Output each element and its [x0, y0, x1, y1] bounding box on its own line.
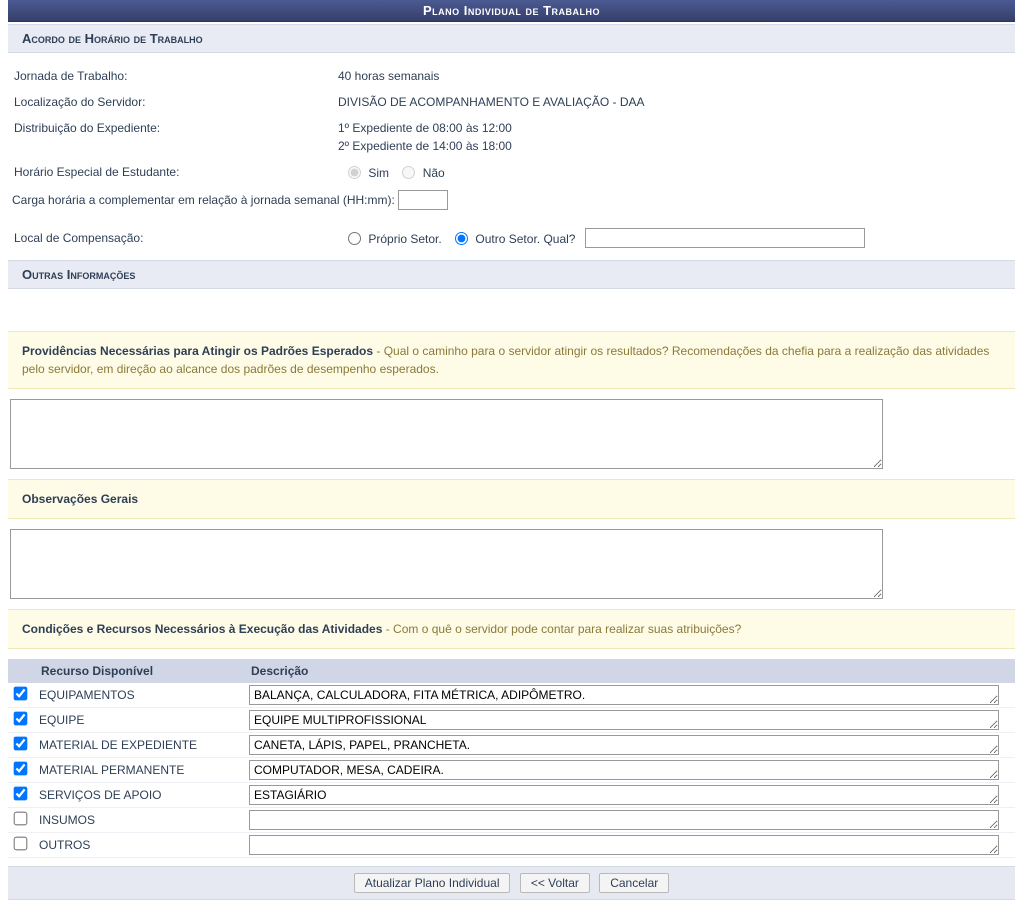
radio-proprio-label: Próprio Setor.	[368, 232, 441, 246]
resource-name: SERVIÇOS DE APOIO	[33, 782, 243, 807]
section-header-outras: Outras Informações	[8, 260, 1015, 289]
condicoes-title: Condições e Recursos Necessários à Execu…	[22, 622, 382, 636]
table-row: MATERIAL DE EXPEDIENTE	[8, 732, 1015, 757]
section-header-acordo: Acordo de Horário de Trabalho	[8, 24, 1015, 53]
table-row: SERVIÇOS DE APOIO	[8, 782, 1015, 807]
resource-checkbox[interactable]	[14, 837, 28, 851]
resource-desc-input[interactable]	[249, 685, 999, 705]
cancelar-button[interactable]: Cancelar	[599, 873, 669, 893]
condicoes-help: Condições e Recursos Necessários à Execu…	[8, 609, 1015, 649]
localizacao-value: DIVISÃO DE ACOMPANHAMENTO E AVALIAÇÃO - …	[338, 93, 1011, 111]
resource-name: MATERIAL DE EXPEDIENTE	[33, 732, 243, 757]
table-row: OUTROS	[8, 832, 1015, 857]
resource-desc-input[interactable]	[249, 835, 999, 855]
resource-checkbox[interactable]	[14, 737, 28, 751]
resource-table: Recurso Disponível Descrição EQUIPAMENTO…	[8, 659, 1015, 858]
table-row: INSUMOS	[8, 807, 1015, 832]
jornada-value: 40 horas semanais	[338, 67, 1011, 85]
resource-checkbox[interactable]	[14, 762, 28, 776]
condicoes-desc: - Com o quê o servidor pode contar para …	[382, 622, 741, 636]
resource-col-name: Recurso Disponível	[33, 659, 243, 683]
providencias-title: Providências Necessárias para Atingir os…	[22, 344, 373, 358]
horario-especial-label: Horário Especial de Estudante:	[12, 163, 338, 181]
resource-checkbox[interactable]	[14, 812, 28, 826]
resource-desc-input[interactable]	[249, 810, 999, 830]
radio-outro-label: Outro Setor. Qual?	[475, 232, 575, 246]
expediente-1: 1º Expediente de 08:00 às 12:00	[338, 119, 1011, 137]
observacoes-help: Observações Gerais	[8, 479, 1015, 519]
expediente-2: 2º Expediente de 14:00 às 18:00	[338, 137, 1011, 155]
radio-nao-label: Não	[423, 166, 445, 180]
resource-col-desc: Descrição	[243, 659, 1015, 683]
atualizar-button[interactable]: Atualizar Plano Individual	[354, 873, 511, 893]
voltar-button[interactable]: << Voltar	[520, 873, 590, 893]
providencias-help: Providências Necessárias para Atingir os…	[8, 331, 1015, 389]
observacoes-title: Observações Gerais	[22, 492, 138, 506]
resource-checkbox[interactable]	[14, 787, 28, 801]
resource-checkbox[interactable]	[14, 712, 28, 726]
resource-name: OUTROS	[33, 832, 243, 857]
resource-desc-input[interactable]	[249, 735, 999, 755]
radio-proprio-setor[interactable]	[348, 232, 361, 245]
section-acordo-body: Jornada de Trabalho: 40 horas semanais L…	[8, 53, 1015, 258]
resource-desc-input[interactable]	[249, 710, 999, 730]
outro-setor-input[interactable]	[585, 228, 865, 248]
resource-name: EQUIPAMENTOS	[33, 683, 243, 708]
resource-checkbox[interactable]	[14, 687, 28, 701]
carga-label: Carga horária a complementar em relação …	[12, 191, 395, 209]
local-comp-label: Local de Compensação:	[12, 229, 338, 247]
resource-desc-input[interactable]	[249, 785, 999, 805]
radio-sim[interactable]	[348, 166, 361, 179]
resource-name: EQUIPE	[33, 707, 243, 732]
page-title: Plano Individual de Trabalho	[8, 0, 1015, 22]
resource-desc-input[interactable]	[249, 760, 999, 780]
button-bar: Atualizar Plano Individual << Voltar Can…	[8, 866, 1015, 900]
radio-outro-setor[interactable]	[455, 232, 468, 245]
localizacao-label: Localização do Servidor:	[12, 93, 338, 111]
carga-input[interactable]	[398, 190, 448, 210]
radio-sim-label: Sim	[368, 166, 389, 180]
providencias-textarea[interactable]	[10, 399, 883, 469]
distribuicao-label: Distribuição do Expediente:	[12, 119, 338, 137]
table-row: EQUIPAMENTOS	[8, 683, 1015, 708]
table-row: MATERIAL PERMANENTE	[8, 757, 1015, 782]
resource-name: MATERIAL PERMANENTE	[33, 757, 243, 782]
table-row: EQUIPE	[8, 707, 1015, 732]
observacoes-textarea[interactable]	[10, 529, 883, 599]
resource-name: INSUMOS	[33, 807, 243, 832]
radio-nao[interactable]	[402, 166, 415, 179]
jornada-label: Jornada de Trabalho:	[12, 67, 338, 85]
